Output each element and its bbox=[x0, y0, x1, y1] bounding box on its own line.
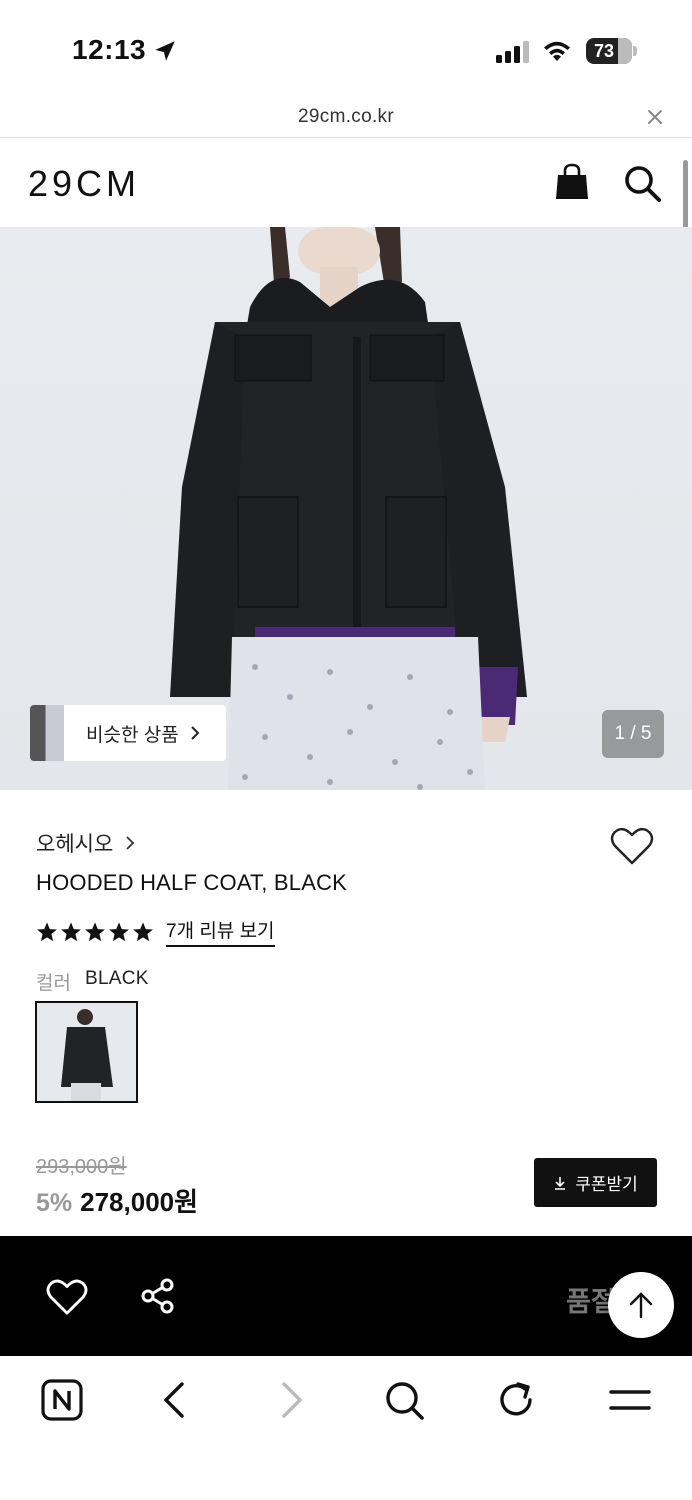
original-price: 293,000원 bbox=[36, 1156, 127, 1178]
menu-icon[interactable] bbox=[608, 1378, 652, 1422]
rating-row: 7개 리뷰 보기 bbox=[36, 916, 275, 947]
status-bar: 12:13 73 bbox=[0, 0, 692, 100]
color-option-black[interactable] bbox=[35, 1001, 138, 1103]
search-icon[interactable] bbox=[622, 163, 662, 203]
brand-link[interactable]: 오헤시오 bbox=[36, 828, 135, 858]
discount-rate: 5% bbox=[36, 1189, 73, 1217]
color-option-thumbnail bbox=[61, 1009, 113, 1101]
star-icon bbox=[61, 921, 81, 941]
heart-icon[interactable] bbox=[46, 1278, 88, 1316]
product-image[interactable]: 비슷한 상품 1 / 5 bbox=[0, 227, 692, 790]
url-text[interactable]: 29cm.co.kr bbox=[0, 106, 692, 128]
forward-icon[interactable] bbox=[268, 1378, 312, 1422]
star-icon bbox=[37, 921, 57, 941]
similar-products-label: 비슷한 상품 bbox=[86, 724, 179, 746]
color-row: 컬러 BLACK bbox=[36, 968, 149, 995]
status-time: 12:13 bbox=[72, 34, 147, 65]
star-icon bbox=[133, 921, 153, 941]
image-counter: 1 / 5 bbox=[602, 710, 664, 758]
refresh-icon[interactable] bbox=[494, 1378, 538, 1422]
chevron-right-icon bbox=[190, 726, 200, 740]
coupon-label: 쿠폰받기 bbox=[575, 1175, 638, 1194]
download-icon bbox=[555, 1176, 566, 1190]
similar-products-button[interactable]: 비슷한 상품 bbox=[30, 705, 226, 761]
battery-nub bbox=[633, 46, 637, 56]
price-row: 5% 278,000원 bbox=[36, 1182, 198, 1219]
location-arrow-icon bbox=[155, 41, 175, 61]
battery-level: 73 bbox=[593, 41, 615, 61]
url-bar[interactable]: 29cm.co.kr bbox=[0, 100, 692, 138]
close-icon[interactable] bbox=[644, 106, 666, 128]
chevron-right-icon bbox=[126, 836, 135, 850]
heart-icon[interactable] bbox=[610, 826, 654, 866]
search-icon[interactable] bbox=[382, 1378, 426, 1422]
browser-toolbar bbox=[0, 1356, 692, 1500]
scroll-to-top-button[interactable] bbox=[608, 1272, 674, 1338]
similar-product-thumbnail bbox=[30, 705, 64, 761]
star-icon bbox=[85, 921, 105, 941]
wifi-icon bbox=[544, 41, 570, 61]
cellular-signal-icon bbox=[496, 41, 529, 63]
color-value: BLACK bbox=[84, 968, 149, 989]
arrow-up-icon bbox=[629, 1292, 653, 1319]
site-header: 29CM bbox=[0, 139, 692, 227]
sale-price: 278,000원 bbox=[80, 1187, 199, 1217]
purchase-action-bar: 품절 bbox=[0, 1236, 692, 1356]
battery-indicator: 73 bbox=[586, 38, 632, 64]
brand-name[interactable]: 오헤시오 bbox=[36, 828, 113, 858]
product-name: HOODED HALF COAT, BLACK bbox=[36, 870, 348, 895]
share-icon[interactable] bbox=[138, 1276, 178, 1316]
site-logo[interactable]: 29CM bbox=[28, 163, 140, 205]
star-rating bbox=[36, 921, 156, 943]
star-icon bbox=[109, 921, 129, 941]
naver-home-icon[interactable] bbox=[40, 1378, 84, 1422]
back-icon[interactable] bbox=[154, 1378, 198, 1422]
color-label: 컬러 bbox=[36, 973, 71, 994]
shopping-bag-icon[interactable] bbox=[554, 163, 590, 201]
review-link[interactable]: 7개 리뷰 보기 bbox=[166, 916, 275, 947]
coupon-button[interactable]: 쿠폰받기 bbox=[534, 1158, 657, 1207]
